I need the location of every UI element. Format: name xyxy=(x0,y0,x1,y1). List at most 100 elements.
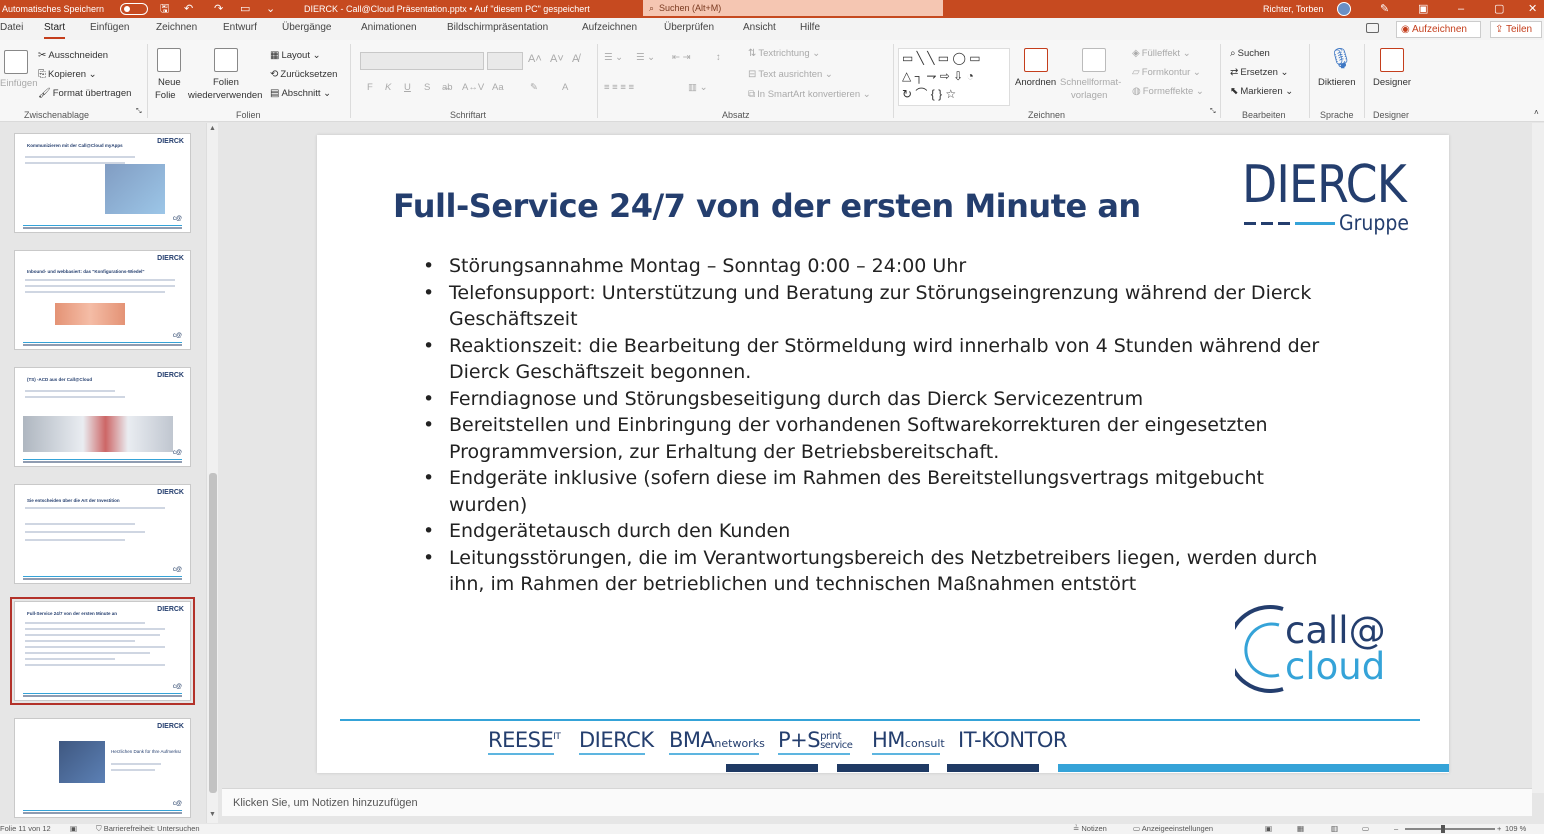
zoom-in-icon[interactable]: + xyxy=(1497,824,1501,834)
scroll-up-icon[interactable]: ▲ xyxy=(209,125,216,132)
designer-icon[interactable] xyxy=(1380,48,1404,72)
shadow-button[interactable]: S xyxy=(424,82,430,93)
slide-scrollbar[interactable] xyxy=(1532,123,1544,793)
slide-thumbnail[interactable]: DIERCK (TS) -ACD aus der Call@Cloud c@ xyxy=(14,367,191,467)
change-case-icon[interactable]: Aa xyxy=(492,82,504,93)
designer-button[interactable]: Designer xyxy=(1373,77,1411,88)
new-slide-label-2[interactable]: Folie xyxy=(155,90,176,101)
align-icon[interactable]: ≡ ≡ ≡ ≡ xyxy=(604,82,634,93)
zoom-level[interactable]: 109 % xyxy=(1505,824,1526,834)
text-direction-button[interactable]: ⇅ Textrichtung ⌄ xyxy=(748,48,820,59)
tab-uebergaenge[interactable]: Übergänge xyxy=(282,22,331,33)
underline-button[interactable]: U xyxy=(404,82,411,93)
tab-bildschirmpraesentation[interactable]: Bildschirmpräsentation xyxy=(447,22,548,33)
dialog-launcher-icon[interactable]: ⤡ xyxy=(1210,108,1216,116)
reading-view-icon[interactable]: ▥ xyxy=(1331,824,1338,834)
italic-button[interactable]: K xyxy=(385,82,391,93)
reuse-slides-icon[interactable] xyxy=(214,48,238,72)
zoom-out-icon[interactable]: – xyxy=(1394,824,1398,834)
format-painter-button[interactable]: 🖌 Format übertragen xyxy=(38,88,131,99)
slide-sorter-icon[interactable]: ▦ xyxy=(1297,824,1304,834)
columns-icon[interactable]: ▥ ⌄ xyxy=(688,82,708,93)
bullet-item[interactable]: Endgerätetausch durch den Kunden xyxy=(423,518,1343,545)
numbering-icon[interactable]: ☰ ⌄ xyxy=(636,52,655,63)
normal-view-icon[interactable]: ▣ xyxy=(1265,824,1272,834)
tab-datei[interactable]: Datei xyxy=(0,22,23,33)
align-text-button[interactable]: ⊟ Text ausrichten ⌄ xyxy=(748,69,833,80)
reuse-slides-label-1[interactable]: Folien xyxy=(213,77,239,88)
bullets-icon[interactable]: ☰ ⌄ xyxy=(604,52,623,63)
shape-effects-button[interactable]: ◍ Formeffekte ⌄ xyxy=(1132,86,1204,97)
spellcheck-icon[interactable]: ▣ xyxy=(70,824,77,834)
avatar[interactable] xyxy=(1337,2,1351,16)
dictate-button[interactable]: Diktieren xyxy=(1318,77,1356,88)
highlight-icon[interactable]: ✎ xyxy=(530,82,538,93)
zoom-slider[interactable] xyxy=(1405,828,1495,830)
collapse-ribbon-icon[interactable]: ˄ xyxy=(1534,108,1539,117)
tab-aufzeichnen[interactable]: Aufzeichnen xyxy=(582,22,637,33)
tab-start[interactable]: Start xyxy=(44,22,66,39)
cut-button[interactable]: ✂ Ausschneiden xyxy=(38,50,108,61)
record-button[interactable]: ◉ Aufzeichnen xyxy=(1396,21,1481,38)
pen-icon[interactable]: ✎ xyxy=(1380,0,1389,18)
char-spacing-icon[interactable]: A↔V xyxy=(462,82,484,93)
undo-icon[interactable]: ↶ xyxy=(184,0,193,18)
ribbon-display-icon[interactable]: ▣ xyxy=(1418,0,1428,18)
quick-styles-label-2[interactable]: vorlagen xyxy=(1071,90,1107,101)
tab-zeichnen[interactable]: Zeichnen xyxy=(156,22,197,33)
section-button[interactable]: ▤ Abschnitt ⌄ xyxy=(270,88,331,99)
accessibility-button[interactable]: ⛉ Barrierefreiheit: Untersuchen xyxy=(96,824,200,834)
restore-icon[interactable]: ▢ xyxy=(1494,0,1504,18)
tab-ansicht[interactable]: Ansicht xyxy=(743,22,776,33)
indent-icon[interactable]: ⇤ ⇥ xyxy=(672,52,691,63)
bullet-item[interactable]: Bereitstellen und Einbringung der vorhan… xyxy=(423,412,1343,465)
redo-icon[interactable]: ↷ xyxy=(214,0,223,18)
bullet-item[interactable]: Endgeräte inklusive (sofern diese im Rah… xyxy=(423,465,1343,518)
slideshow-icon[interactable]: ▭ xyxy=(1362,824,1369,834)
quick-styles-icon[interactable] xyxy=(1082,48,1106,72)
scrollbar-thumb[interactable] xyxy=(209,473,217,793)
shapes-gallery[interactable]: ▭ ╲ ╲ ▭ ◯ ▭ △ ┐ ⇁ ⇨ ⇩ ◔ ↻ ⌒ { } ☆ xyxy=(898,48,1010,106)
user-name[interactable]: Richter, Torben xyxy=(1263,0,1323,18)
clear-format-icon[interactable]: A̸ xyxy=(572,53,579,65)
bullet-item[interactable]: Telefonsupport: Unterstützung und Beratu… xyxy=(423,280,1343,333)
font-grow-icon[interactable]: A˄ xyxy=(528,53,542,65)
present-icon[interactable]: ▭ xyxy=(240,0,250,18)
font-color-icon[interactable]: A xyxy=(562,82,568,93)
bullet-item[interactable]: Ferndiagnose und Störungsbeseitigung dur… xyxy=(423,386,1343,413)
display-settings-button[interactable]: ▭ Anzeigeeinstellungen xyxy=(1133,824,1213,834)
paste-button[interactable]: Einfügen xyxy=(0,78,38,89)
arrange-button[interactable]: Anordnen xyxy=(1015,77,1056,88)
tab-entwurf[interactable]: Entwurf xyxy=(223,22,257,33)
scroll-down-icon[interactable]: ▼ xyxy=(209,811,216,818)
reuse-slides-label-2[interactable]: wiederverwenden xyxy=(188,90,262,101)
find-button[interactable]: ⌕ Suchen xyxy=(1230,48,1270,59)
notes-button[interactable]: ≟ Notizen xyxy=(1073,824,1107,834)
share-button[interactable]: ⇪ Teilen xyxy=(1490,21,1542,38)
bullet-list[interactable]: Störungsannahme Montag – Sonntag 0:00 – … xyxy=(423,253,1343,598)
quick-styles-label-1[interactable]: Schnellformat- xyxy=(1060,77,1121,88)
slide-thumbnail[interactable]: DIERCK Kommunizieren mit der Call@Cloud … xyxy=(14,133,191,233)
arrange-icon[interactable] xyxy=(1024,48,1048,72)
paste-icon[interactable] xyxy=(4,50,28,74)
copy-button[interactable]: ⎘ Kopieren ⌄ xyxy=(38,69,97,80)
bold-button[interactable]: F xyxy=(367,82,373,93)
line-spacing-icon[interactable]: ↕ xyxy=(716,52,721,63)
replace-button[interactable]: ⇄ Ersetzen ⌄ xyxy=(1230,67,1289,78)
select-button[interactable]: ⬉ Markieren ⌄ xyxy=(1230,86,1293,97)
bullet-item[interactable]: Störungsannahme Montag – Sonntag 0:00 – … xyxy=(423,253,1343,280)
tab-einfuegen[interactable]: Einfügen xyxy=(90,22,129,33)
slide-canvas[interactable]: Full-Service 24/7 von der ersten Minute … xyxy=(317,135,1449,773)
bullet-item[interactable]: Reaktionszeit: die Bearbeitung der Störm… xyxy=(423,333,1343,386)
slide-thumbnail[interactable]: DIERCK Herzlichen Dank für Ihre Aufmerks… xyxy=(14,718,191,818)
tab-ueberpruefen[interactable]: Überprüfen xyxy=(664,22,714,33)
slide-thumbnail-selected[interactable]: DIERCK Full-Service 24/7 von der ersten … xyxy=(10,597,195,705)
minimize-icon[interactable]: – xyxy=(1458,0,1464,18)
font-size-dropdown[interactable] xyxy=(487,52,523,70)
comments-icon[interactable] xyxy=(1366,23,1379,33)
zoom-slider-thumb[interactable] xyxy=(1441,825,1445,833)
shape-outline-button[interactable]: ▱ Formkontur ⌄ xyxy=(1132,67,1201,78)
reset-button[interactable]: ⟲ Zurücksetzen xyxy=(270,69,337,80)
customize-qat-icon[interactable]: ⌄ xyxy=(266,0,275,18)
slide-title[interactable]: Full-Service 24/7 von der ersten Minute … xyxy=(393,187,1141,225)
